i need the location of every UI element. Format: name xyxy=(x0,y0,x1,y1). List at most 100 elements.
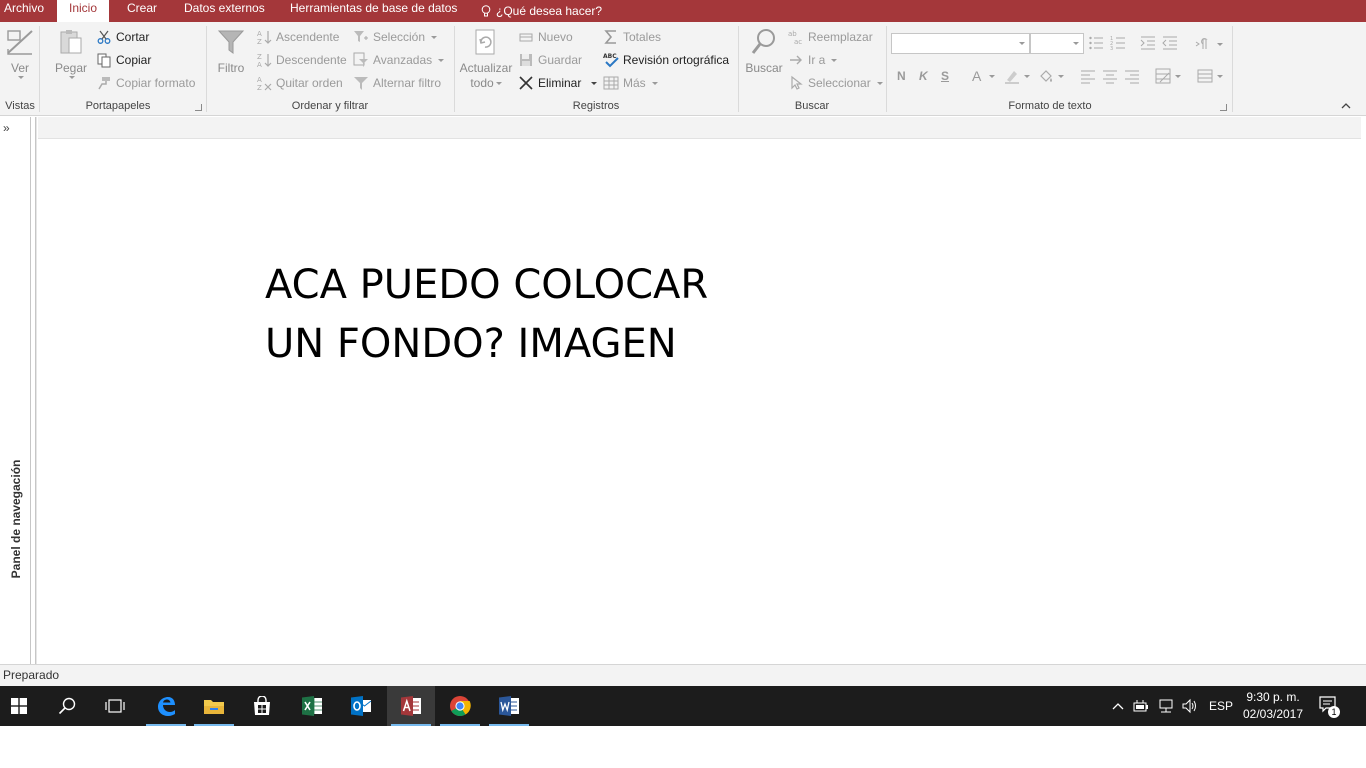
view-button[interactable]: Ver xyxy=(4,26,36,79)
chevron-down-icon xyxy=(1217,74,1223,78)
group-divider xyxy=(39,26,40,112)
filter-button[interactable]: Filtro xyxy=(214,26,248,76)
group-divider xyxy=(886,26,887,112)
paste-button[interactable]: Pegar xyxy=(53,26,89,79)
replace-button[interactable]: ab ac Reemplazar xyxy=(788,27,873,47)
alt-row-color-button[interactable] xyxy=(1155,66,1181,86)
sort-descending-button[interactable]: ZA Descendente xyxy=(256,50,347,70)
taskbar-outlook[interactable] xyxy=(337,686,385,726)
save-icon xyxy=(520,54,532,66)
font-color-button[interactable]: A xyxy=(972,66,996,86)
chevron-down-icon xyxy=(831,58,838,62)
remove-sort-button[interactable]: AZ Quitar orden xyxy=(256,73,343,93)
clipboard-dialog-launcher-icon[interactable] xyxy=(195,104,202,111)
format-painter-icon xyxy=(98,77,110,90)
taskbar-chrome[interactable] xyxy=(436,686,484,726)
copy-button[interactable]: Copiar xyxy=(96,50,151,70)
toggle-filter-button[interactable]: Alternar filtro xyxy=(353,73,441,93)
task-view-button[interactable] xyxy=(91,686,139,726)
file-explorer-icon xyxy=(204,700,224,714)
cut-button[interactable]: Cortar xyxy=(96,27,149,47)
taskbar-clock[interactable]: 9:30 p. m. 02/03/2017 xyxy=(1237,689,1309,723)
chevron-down-icon xyxy=(591,81,598,85)
save-record-button[interactable]: Guardar xyxy=(518,50,582,70)
refresh-all-button[interactable]: Actualizar todo xyxy=(459,26,513,91)
taskbar-store[interactable] xyxy=(238,686,286,726)
taskbar-access[interactable] xyxy=(387,686,435,726)
tell-me-text: ¿Qué desea hacer? xyxy=(496,3,603,18)
tell-me-search[interactable]: ¿Qué desea hacer? xyxy=(481,0,602,22)
advanced-filter-button[interactable]: Avanzadas xyxy=(353,50,445,70)
battery-plug-icon[interactable] xyxy=(1132,698,1150,714)
totals-button[interactable]: Totales xyxy=(603,27,661,47)
chevron-down-icon xyxy=(431,35,438,39)
action-center-button[interactable]: 1 xyxy=(1318,695,1342,719)
group-label-find: Buscar xyxy=(794,100,830,112)
input-language[interactable]: ESP xyxy=(1209,686,1233,726)
chevron-down-icon xyxy=(1024,74,1030,78)
format-painter-button[interactable]: Copiar formato xyxy=(96,73,195,93)
chevron-down-icon xyxy=(69,76,75,79)
new-record-button[interactable]: Nuevo xyxy=(518,27,573,47)
nav-pane-expand-button[interactable]: » xyxy=(3,121,10,135)
search-icon xyxy=(58,697,76,715)
tab-create[interactable]: Crear xyxy=(127,0,157,22)
taskbar-file-explorer[interactable] xyxy=(190,686,238,726)
more-button[interactable]: Más xyxy=(603,73,658,93)
italic-button[interactable]: K xyxy=(919,66,928,86)
taskbar-word[interactable] xyxy=(485,686,533,726)
tab-database-tools[interactable]: Herramientas de base de datos xyxy=(290,0,457,22)
document-header-strip xyxy=(38,117,1366,139)
grid-more-icon xyxy=(603,76,619,90)
taskbar-search-button[interactable] xyxy=(43,686,91,726)
paragraph-direction-icon xyxy=(1195,38,1208,49)
ribbon: Ver Vistas Pegar Cortar Copiar Copiar fo… xyxy=(0,22,1366,116)
show-hidden-icons-icon[interactable] xyxy=(1111,699,1125,713)
goto-button[interactable]: Ir a xyxy=(788,50,838,70)
tab-home[interactable]: Inicio xyxy=(57,0,109,24)
text-format-dialog-launcher-icon[interactable] xyxy=(1220,104,1227,111)
align-center-icon[interactable] xyxy=(1102,68,1118,84)
delete-x-icon xyxy=(519,76,533,90)
font-name-combo[interactable] xyxy=(891,33,1030,54)
spelling-button[interactable]: ABC Revisión ortográfica xyxy=(603,50,729,70)
network-icon[interactable] xyxy=(1157,698,1175,714)
sigma-icon xyxy=(604,30,616,44)
edge-icon xyxy=(158,697,175,716)
group-divider xyxy=(206,26,207,112)
tab-external-data[interactable]: Datos externos xyxy=(184,0,265,22)
taskbar-edge[interactable] xyxy=(142,686,190,726)
selection-filter-button[interactable]: Selección xyxy=(353,27,438,47)
taskbar-excel[interactable] xyxy=(288,686,336,726)
underline-button[interactable]: S xyxy=(941,66,949,86)
paragraph-direction-button[interactable] xyxy=(1195,34,1223,54)
align-left-icon[interactable] xyxy=(1080,68,1096,84)
svg-text:Z: Z xyxy=(257,53,262,61)
volume-icon[interactable] xyxy=(1181,698,1199,714)
nav-pane-splitter[interactable] xyxy=(35,117,37,664)
start-button[interactable] xyxy=(0,686,43,726)
gridlines-icon xyxy=(1197,69,1213,83)
nav-pane-title[interactable]: Panel de navegación xyxy=(9,460,23,579)
font-size-combo[interactable] xyxy=(1030,33,1084,54)
decrease-indent-icon[interactable] xyxy=(1162,35,1178,51)
tab-file[interactable]: Archivo xyxy=(4,0,44,22)
gridlines-button[interactable] xyxy=(1197,66,1223,86)
highlight-button[interactable] xyxy=(1004,66,1030,86)
svg-text:ac: ac xyxy=(794,38,802,45)
collapse-ribbon-icon[interactable] xyxy=(1341,101,1351,111)
sort-ascending-button[interactable]: AZ Ascendente xyxy=(256,27,339,47)
fill-color-button[interactable] xyxy=(1038,66,1064,86)
delete-record-button[interactable]: Eliminar xyxy=(518,73,598,93)
clear-sort-icon: AZ xyxy=(257,76,272,91)
select-button[interactable]: Seleccionar xyxy=(788,73,883,93)
increase-indent-icon[interactable] xyxy=(1140,35,1156,51)
align-right-icon[interactable] xyxy=(1124,68,1140,84)
bold-button[interactable]: N xyxy=(897,66,906,86)
bullets-icon[interactable] xyxy=(1088,35,1104,51)
numbering-icon[interactable]: 123 xyxy=(1110,35,1126,51)
chevron-down-icon xyxy=(1175,74,1181,78)
windows-taskbar: ESP 9:30 p. m. 02/03/2017 1 xyxy=(0,686,1366,726)
find-button[interactable]: Buscar xyxy=(744,26,784,76)
svg-text:Z: Z xyxy=(257,84,262,91)
